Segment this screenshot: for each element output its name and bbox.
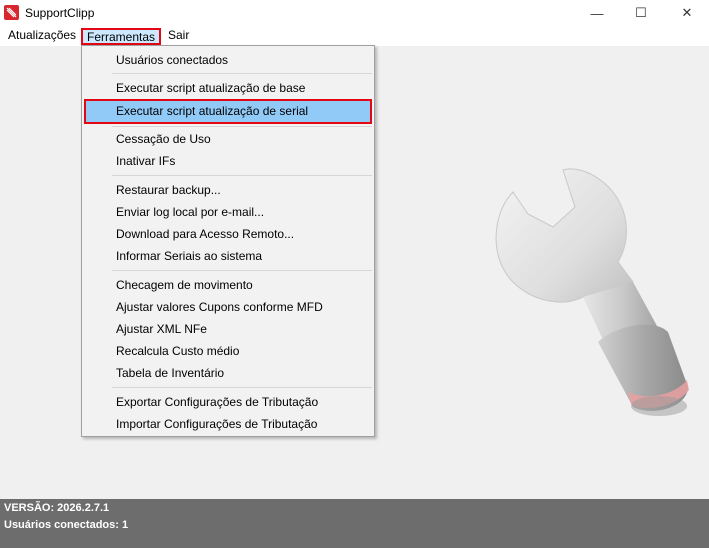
menu-separator [112,270,372,271]
menu-item-ajustar-xml-nfe[interactable]: Ajustar XML NFe [84,318,372,340]
minimize-button[interactable]: — [574,0,620,26]
menu-ferramentas[interactable]: Ferramentas [81,28,162,45]
menu-bar: Atualizações Ferramentas Sair [0,26,709,46]
menu-item-inativar-ifs[interactable]: Inativar IFs [84,150,372,172]
menu-item-informar-seriais[interactable]: Informar Seriais ao sistema [84,245,372,267]
ferramentas-dropdown: Usuários conectados Executar script atua… [81,45,375,437]
close-button[interactable]: ✕ [664,0,709,26]
menu-item-restaurar-backup[interactable]: Restaurar backup... [84,179,372,201]
menu-item-importar-tributacao[interactable]: Importar Configurações de Tributação [84,413,372,435]
window-title: SupportClipp [25,6,95,20]
app-logo-icon [4,5,19,20]
menu-item-executar-script-serial[interactable]: Executar script atualização de serial [84,99,372,124]
menu-item-tabela-inventario[interactable]: Tabela de Inventário [84,362,372,384]
maximize-button[interactable]: ☐ [618,0,664,26]
menu-item-usuarios-conectados[interactable]: Usuários conectados [84,49,372,71]
menu-separator [112,73,372,74]
menu-item-executar-script-base[interactable]: Executar script atualização de base [84,77,372,99]
status-bar: VERSÃO: 2026.2.7.1 Usuários conectados: … [0,499,709,548]
menu-separator [112,126,372,127]
menu-sair[interactable]: Sair [164,28,193,45]
menu-separator [112,387,372,388]
menu-item-download-acesso-remoto[interactable]: Download para Acesso Remoto... [84,223,372,245]
menu-atualizacoes[interactable]: Atualizações [4,28,80,45]
version-label: VERSÃO: 2026.2.7.1 [4,502,110,514]
connected-users-label: Usuários conectados: 1 [4,519,129,531]
menu-item-checagem-movimento[interactable]: Checagem de movimento [84,274,372,296]
title-bar: SupportClipp — ☐ ✕ [0,0,709,26]
menu-separator [112,175,372,176]
menu-item-exportar-tributacao[interactable]: Exportar Configurações de Tributação [84,391,372,413]
menu-item-enviar-log[interactable]: Enviar log local por e-mail... [84,201,372,223]
menu-item-recalcula-custo[interactable]: Recalcula Custo médio [84,340,372,362]
wrench-icon [495,168,689,416]
menu-item-ajustar-cupons[interactable]: Ajustar valores Cupons conforme MFD [84,296,372,318]
menu-item-cessacao-de-uso[interactable]: Cessação de Uso [84,128,372,150]
